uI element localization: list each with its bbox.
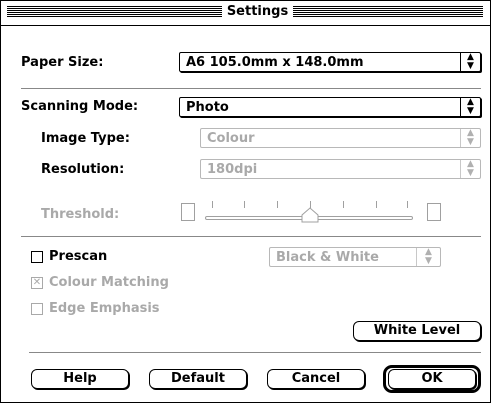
paper-size-popup[interactable]: A6 105.0mm x 148.0mm ▲ ▼ [179,52,481,72]
edge-emphasis-checkbox[interactable] [31,303,43,315]
slider-tick [277,201,278,208]
title-stripes-left [7,6,222,18]
slider-tick [343,201,344,208]
prescan-checkbox[interactable] [31,251,43,263]
title-stripes-right [293,6,483,18]
up-down-arrows-icon: ▲ ▼ [460,98,480,116]
prescan-label[interactable]: Prescan [49,249,107,264]
divider [21,88,481,89]
image-type-popup[interactable]: Colour ▲ ▼ [200,128,481,148]
prescan-mode-value: Black & White [276,250,379,265]
paper-size-label: Paper Size: [21,55,104,70]
scanning-mode-label: Scanning Mode: [21,99,139,114]
resolution-label: Resolution: [41,162,125,177]
colour-matching-checkbox[interactable]: ✕ [31,277,43,289]
up-down-arrows-icon: ▲ ▼ [460,160,480,178]
paper-size-value: A6 105.0mm x 148.0mm [186,55,364,70]
slider-tick [376,201,377,208]
up-down-arrows-icon: ▲ ▼ [460,129,480,147]
scanning-mode-popup[interactable]: Photo ▲ ▼ [179,97,481,117]
up-down-arrows-icon: ▲ ▼ [416,248,440,266]
image-type-value: Colour [207,131,255,146]
resolution-value: 180dpi [207,162,258,177]
settings-dialog: Settings Paper Size: A6 105.0mm x 148.0m… [0,0,491,403]
slider-tick [407,201,408,208]
threshold-label: Threshold: [41,207,120,222]
slider-tick [244,201,245,208]
scanning-mode-value: Photo [186,100,229,115]
image-type-label: Image Type: [41,131,130,146]
ok-button[interactable]: OK [388,369,476,389]
ok-button-default-ring: OK [383,365,481,393]
cancel-button[interactable]: Cancel [267,369,365,389]
slider-tick [212,201,213,208]
window-title: Settings [226,4,289,19]
title-bar[interactable]: Settings [1,1,490,26]
divider [29,352,481,353]
edge-emphasis-label[interactable]: Edge Emphasis [49,301,160,316]
up-down-arrows-icon: ▲ ▼ [460,53,480,71]
x-check-icon: ✕ [32,277,42,288]
divider [21,236,481,237]
prescan-mode-popup[interactable]: Black & White ▲ ▼ [269,247,441,267]
slider-thumb-icon[interactable] [301,207,319,223]
default-button[interactable]: Default [149,369,247,389]
threshold-min-box [181,203,195,221]
white-level-button[interactable]: White Level [353,321,481,341]
threshold-max-box [427,203,441,221]
help-button[interactable]: Help [31,369,129,389]
colour-matching-label[interactable]: Colour Matching [49,275,169,290]
resolution-popup[interactable]: 180dpi ▲ ▼ [200,159,481,179]
